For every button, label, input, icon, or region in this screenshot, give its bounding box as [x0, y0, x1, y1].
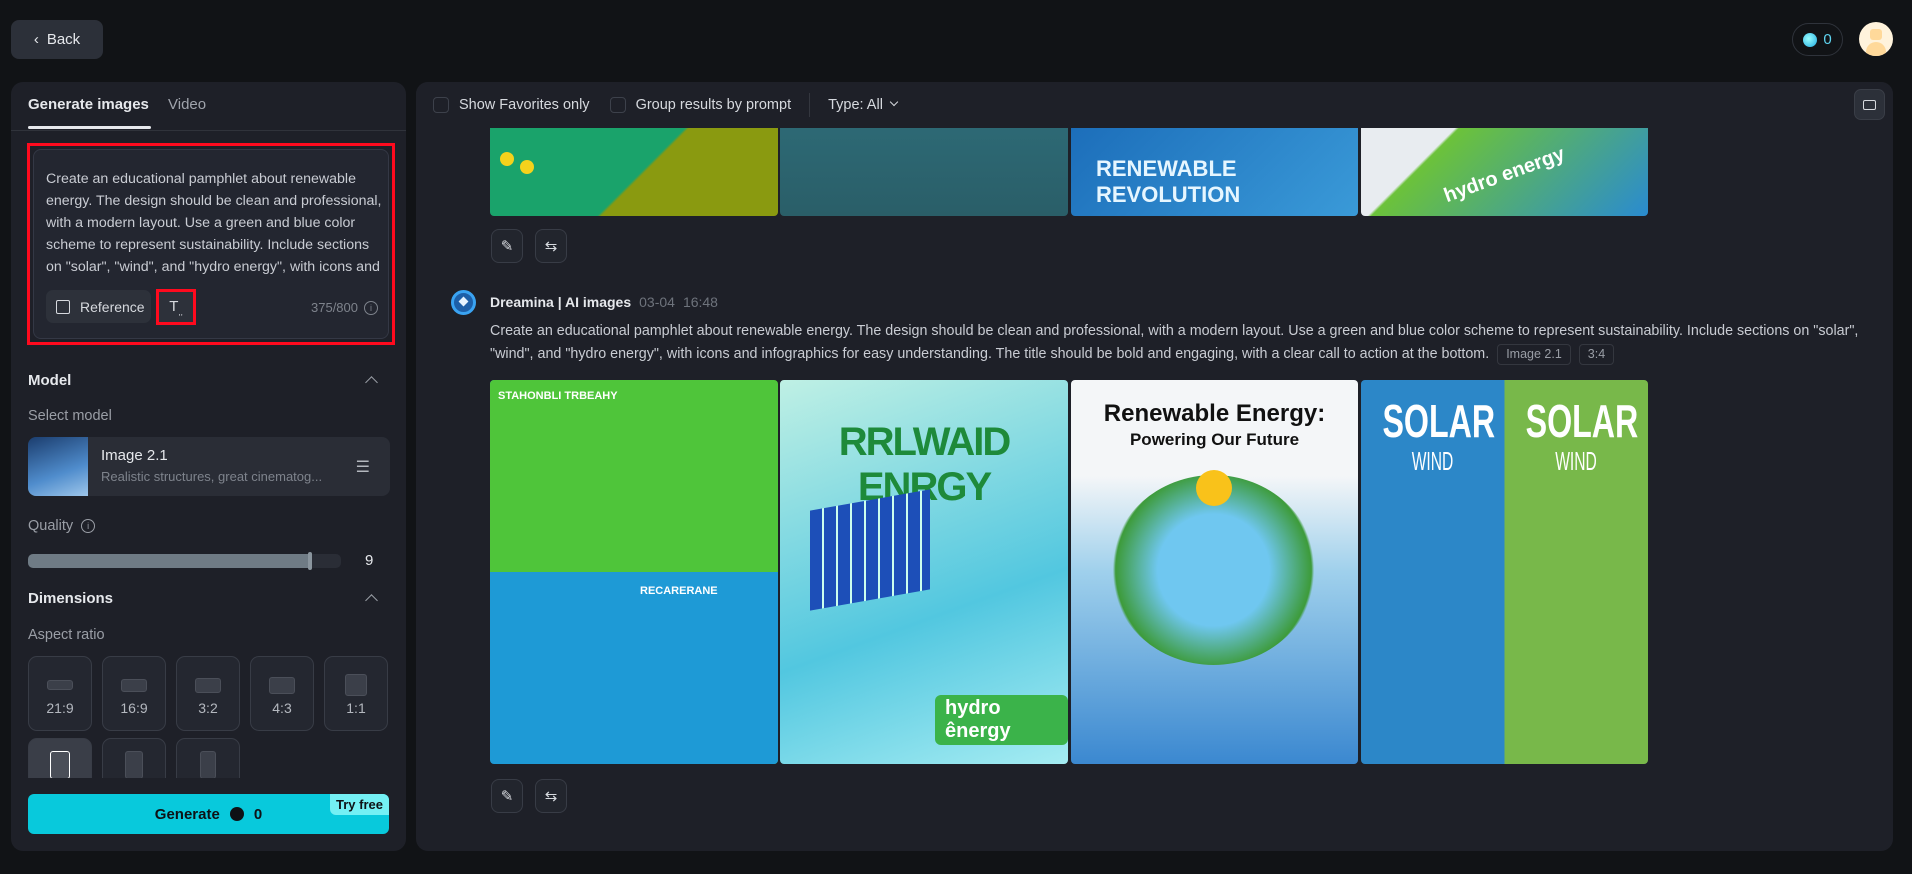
decor	[490, 380, 634, 572]
ratio-option-3-2[interactable]: 3:2	[176, 656, 240, 731]
ratio-option-1-1[interactable]: 1:1	[324, 656, 388, 731]
select-model-label: Select model	[28, 408, 112, 424]
slider-fill	[28, 554, 310, 568]
ratio-chip: 3:4	[1578, 344, 1615, 365]
author-line: Dreamina | AI images 03-04 16:48	[490, 294, 718, 310]
result-image[interactable]: SOLAR SOLAR WIND WIND	[1361, 380, 1648, 764]
info-icon[interactable]: i	[81, 519, 96, 533]
regenerate-button[interactable]: ⇆	[535, 229, 567, 263]
ratio-label: 3:2	[198, 700, 218, 716]
slider-thumb[interactable]	[307, 552, 312, 570]
credits-badge[interactable]: 0	[1792, 23, 1843, 56]
dreamina-logo-icon	[451, 290, 476, 315]
tab-video[interactable]: Video	[168, 96, 206, 113]
model-name: Image 2.1	[101, 447, 168, 464]
regenerate-button[interactable]: ⇆	[535, 779, 567, 813]
result-image[interactable]: STAHONBLI TRBEAHY RECARERANE	[490, 380, 778, 764]
ratio-option-16-9[interactable]: 16:9	[102, 656, 166, 731]
panel-tabs: Generate images Video	[11, 82, 406, 131]
ratio-label: 16:9	[120, 700, 148, 716]
filter-bar: Show Favorites only Group results by pro…	[416, 82, 1893, 128]
aspect-ratio-label: Aspect ratio	[28, 627, 105, 643]
model-selector[interactable]: Image 2.1 Realistic structures, great ci…	[28, 437, 390, 496]
avatar[interactable]	[1859, 22, 1893, 56]
decor	[500, 152, 514, 166]
chevron-left-icon: ‹	[33, 31, 39, 48]
group-label[interactable]: Group results by prompt	[636, 97, 792, 113]
repeat-icon: ⇆	[544, 788, 558, 805]
type-dropdown[interactable]: Type: All	[828, 97, 899, 113]
generate-panel: Generate images Video Create an educatio…	[11, 82, 406, 851]
solar-panel	[810, 489, 930, 611]
pencil-icon: ✎	[500, 788, 514, 805]
portrait-icon	[200, 751, 216, 778]
favorites-label[interactable]: Show Favorites only	[459, 97, 590, 113]
text-format-button[interactable]: T,,	[156, 289, 196, 325]
dimensions-heading: Dimensions	[28, 590, 114, 607]
ratio-option-3-4[interactable]	[28, 738, 92, 778]
info-icon[interactable]: i	[364, 300, 378, 315]
portrait-icon	[50, 751, 70, 778]
prompt-input[interactable]: Create an educational pamphlet about ren…	[33, 149, 389, 339]
image-add-icon	[56, 299, 70, 314]
chevron-down-icon	[889, 97, 899, 107]
decor	[634, 572, 778, 764]
aspect-ratio-row-2	[28, 738, 390, 778]
repeat-icon: ⇆	[544, 238, 558, 255]
group-checkbox[interactable]	[609, 97, 626, 113]
quality-slider[interactable]	[28, 552, 341, 570]
ratio-shape-icon	[195, 677, 221, 693]
divider	[809, 93, 811, 117]
reference-button[interactable]: Reference	[46, 290, 151, 323]
char-count: 375/800 i	[311, 300, 378, 315]
ratio-shape-icon	[121, 678, 147, 692]
model-chip: Image 2.1	[1497, 344, 1571, 365]
edit-button[interactable]: ✎	[491, 229, 523, 263]
model-description: Realistic structures, great cinematog...	[101, 469, 323, 484]
prompt-text[interactable]: Create an educational pamphlet about ren…	[46, 168, 386, 280]
group-prompt: Create an educational pamphlet about ren…	[490, 320, 1870, 366]
model-heading: Model	[28, 372, 72, 389]
decor	[520, 160, 534, 174]
chevron-up-icon[interactable]	[365, 594, 378, 607]
result-image[interactable]: Renewable Energy: Powering Our Future	[1071, 380, 1358, 764]
ratio-option-21-9[interactable]: 21:9	[28, 656, 92, 731]
generate-button[interactable]: Generate 0 Try free	[28, 794, 389, 834]
result-image[interactable]: RRLWAID ENRGY hydro ênergy	[780, 380, 1068, 764]
tab-generate-images[interactable]: Generate images	[28, 96, 151, 129]
pencil-icon: ✎	[500, 238, 514, 255]
sliders-icon[interactable]: ☰	[356, 457, 370, 477]
quality-value: 9	[365, 552, 374, 569]
results-panel: Show Favorites only Group results by pro…	[416, 82, 1893, 851]
ratio-shape-icon	[269, 676, 295, 694]
ratio-shape-icon	[47, 680, 73, 690]
ratio-label: 21:9	[46, 700, 74, 716]
folder-icon	[1863, 99, 1876, 110]
quality-label: Quality i	[28, 518, 96, 534]
back-button[interactable]: ‹ Back	[11, 20, 103, 59]
credit-icon	[229, 807, 244, 821]
ratio-option-2-3[interactable]	[102, 738, 166, 778]
portrait-icon	[125, 751, 143, 778]
prompt-highlight: Create an educational pamphlet about ren…	[27, 143, 395, 345]
edit-button[interactable]: ✎	[491, 779, 523, 813]
ratio-label: 1:1	[346, 700, 366, 716]
favorites-checkbox[interactable]	[433, 97, 449, 113]
date: 03-04	[639, 294, 675, 310]
text-icon: T,,	[169, 297, 183, 317]
ratio-option-9-16[interactable]	[176, 738, 240, 778]
ratio-shape-icon	[345, 674, 367, 696]
try-free-badge: Try free	[330, 794, 389, 815]
sun	[1196, 470, 1232, 506]
chevron-up-icon[interactable]	[365, 376, 378, 389]
time: 16:48	[682, 294, 718, 310]
ratio-option-4-3[interactable]: 4:3	[250, 656, 314, 731]
credit-icon	[1803, 32, 1818, 47]
model-thumbnail	[28, 437, 88, 496]
ratio-label: 4:3	[272, 700, 292, 716]
folder-button[interactable]	[1854, 89, 1885, 120]
